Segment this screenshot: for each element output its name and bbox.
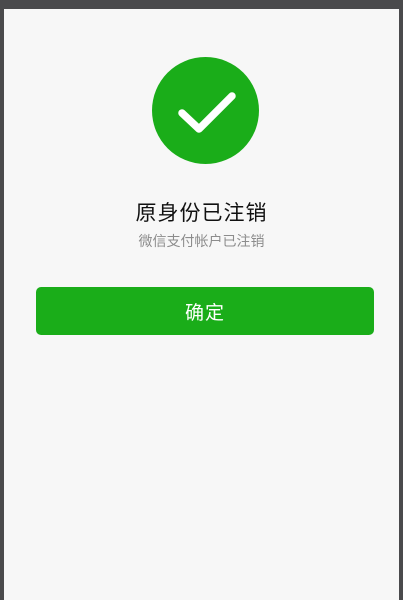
check-circle-icon [152, 57, 259, 164]
confirm-button[interactable]: 确定 [36, 287, 374, 335]
checkmark-icon [178, 92, 236, 133]
result-screen: 原身份已注销 微信支付帐户已注销 确定 [4, 9, 399, 600]
status-subtitle: 微信支付帐户已注销 [138, 234, 265, 250]
page-title: 原身份已注销 [135, 201, 268, 225]
